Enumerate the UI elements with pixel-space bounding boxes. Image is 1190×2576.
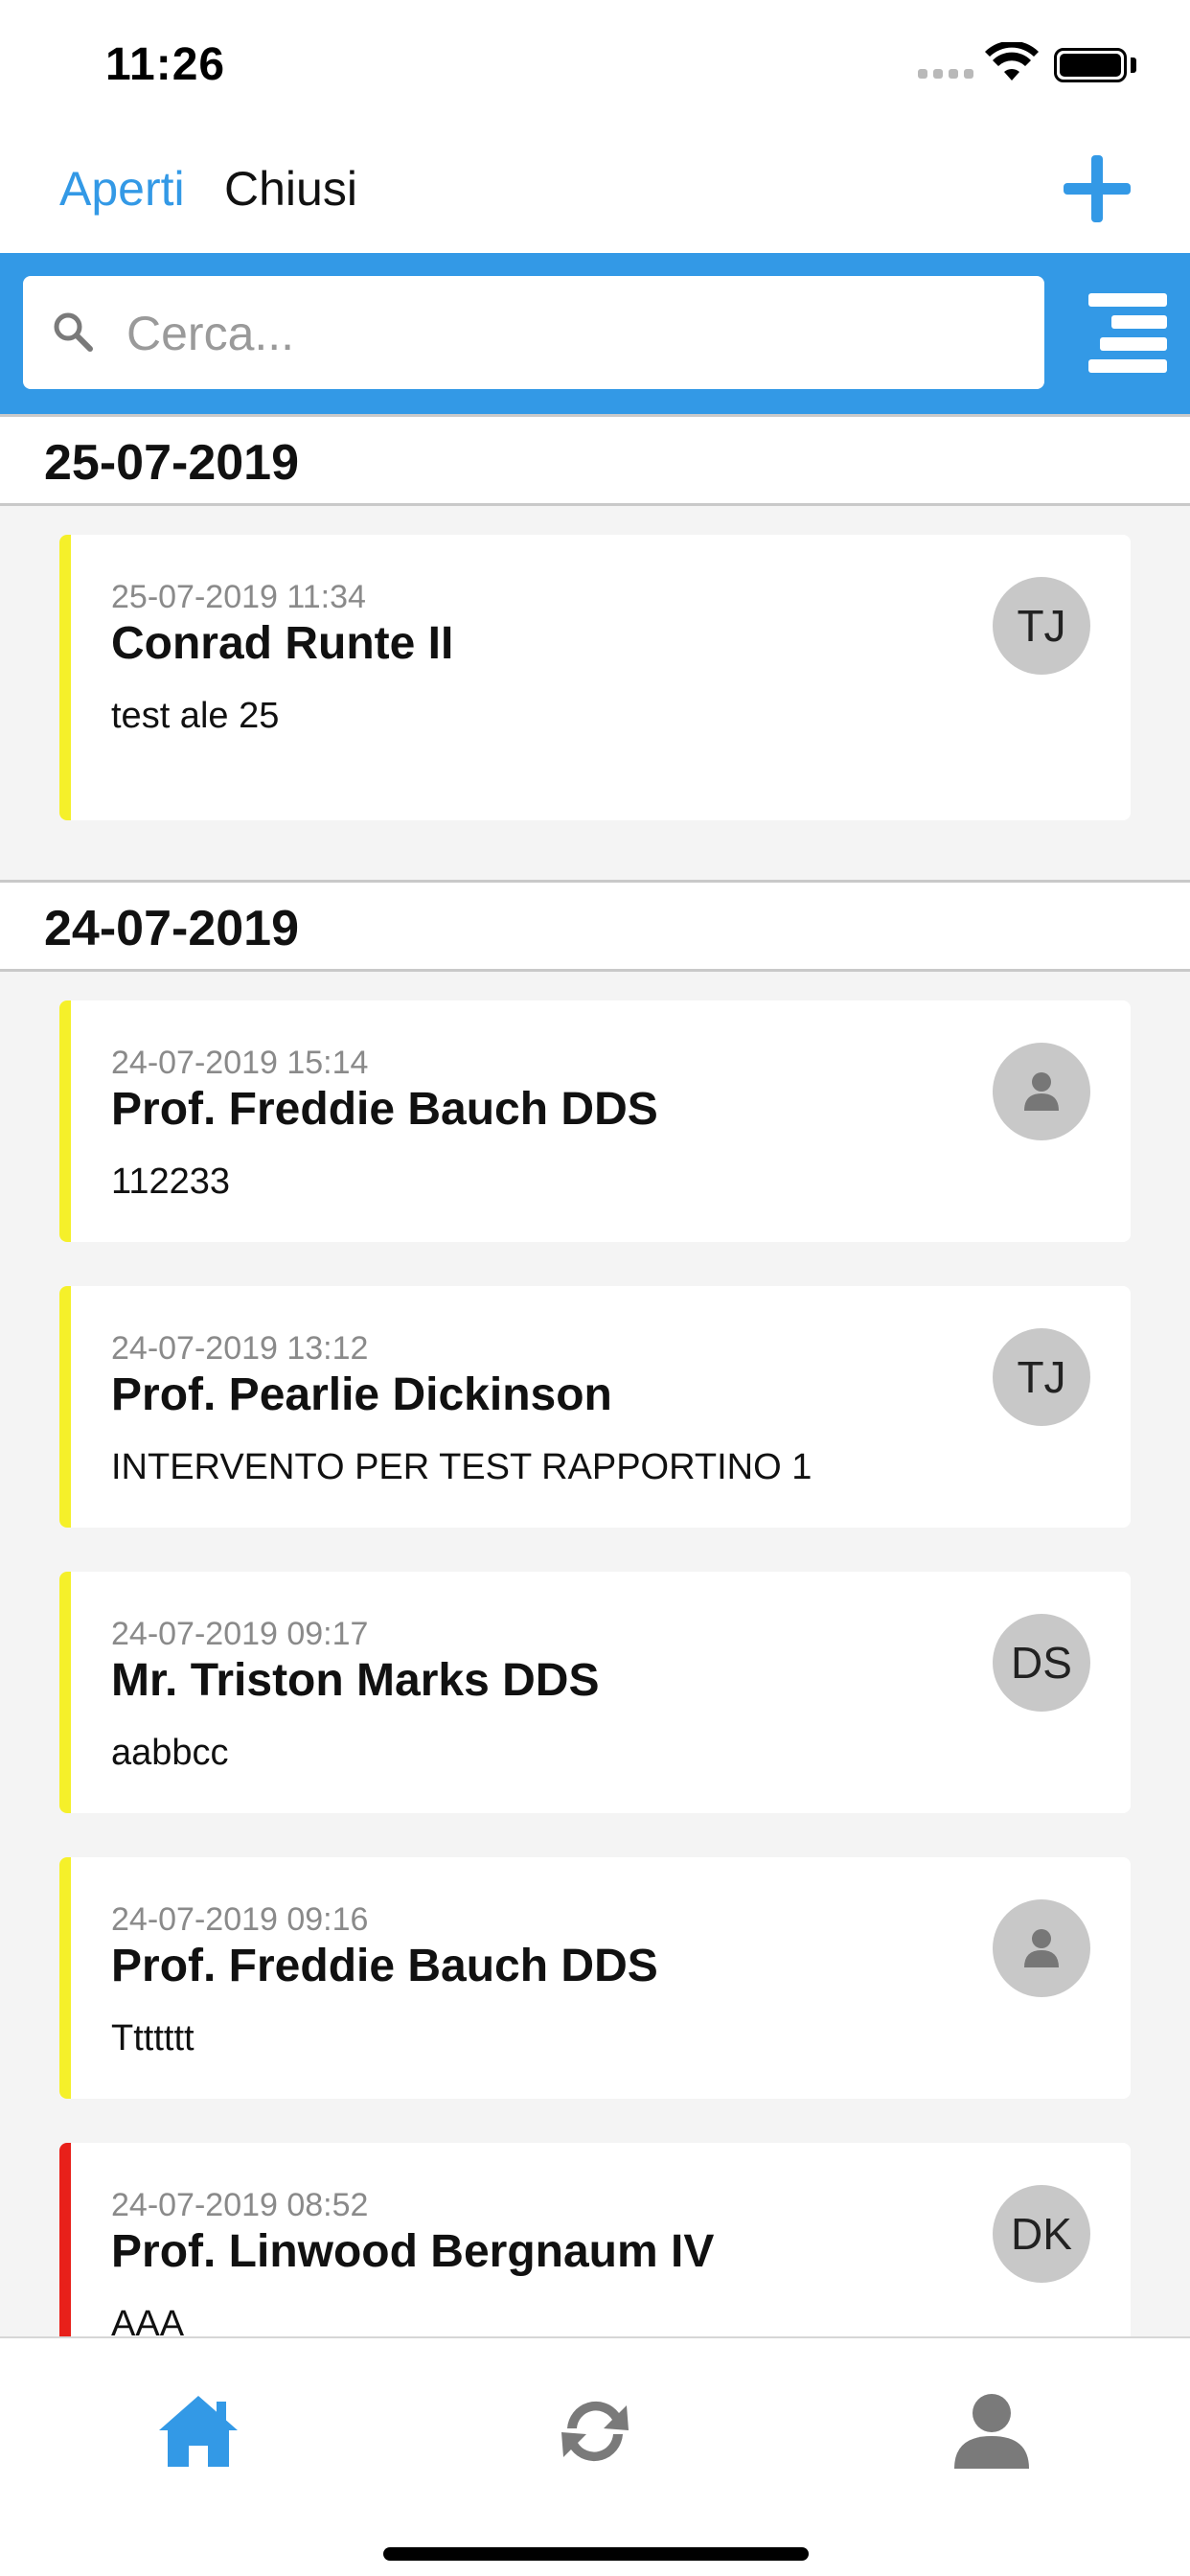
item-title: Prof. Freddie Bauch DDS [111,1084,658,1135]
tab-chiusi[interactable]: Chiusi [224,161,357,217]
item-title: Prof. Pearlie Dickinson [111,1369,612,1420]
filter-icon[interactable] [1088,293,1167,374]
bottom-tab-bar [0,2336,1190,2576]
item-description: aabbcc [111,1733,229,1773]
item-description: INTERVENTO PER TEST RAPPORTINO 1 [111,1447,812,1487]
list-item[interactable]: 24-07-2019 15:14 Prof. Freddie Bauch DDS… [59,1000,1131,1242]
section-date: 24-07-2019 [44,901,299,956]
list-item[interactable]: 24-07-2019 08:52 Prof. Linwood Bergnaum … [59,2143,1131,2336]
tab-aperti[interactable]: Aperti [59,161,185,217]
search-icon [54,312,93,352]
item-datetime: 24-07-2019 08:52 [111,2187,369,2223]
search-input[interactable] [126,303,989,364]
item-description: 112233 [111,1162,230,1202]
home-indicator [383,2547,809,2561]
battery-icon [1054,48,1127,82]
person-icon [1024,1929,1059,1967]
list-item[interactable]: 24-07-2019 09:16 Prof. Freddie Bauch DDS… [59,1857,1131,2099]
avatar: DS [993,1614,1090,1712]
top-navigation: Aperti Chiusi [0,126,1190,253]
status-indicator [59,1572,71,1813]
avatar [993,1043,1090,1140]
section-header: 25-07-2019 [0,414,1190,506]
item-datetime: 24-07-2019 09:17 [111,1616,369,1652]
status-time: 11:26 [105,39,226,90]
status-indicator [59,535,71,820]
item-title: Prof. Freddie Bauch DDS [111,1941,658,1991]
section-items: 25-07-2019 11:34 Conrad Runte II test al… [0,506,1190,880]
list-item[interactable]: 24-07-2019 09:17 Mr. Triston Marks DDS a… [59,1572,1131,1813]
list-item[interactable]: 25-07-2019 11:34 Conrad Runte II test al… [59,535,1131,820]
section-date: 25-07-2019 [44,435,299,491]
plus-icon[interactable] [1064,155,1131,222]
home-icon[interactable] [155,2392,241,2471]
item-datetime: 24-07-2019 13:12 [111,1330,369,1367]
user-icon[interactable] [949,2392,1035,2471]
sync-icon[interactable] [552,2392,638,2471]
battery-cap [1131,58,1136,73]
item-description: Ttttttt [111,2018,195,2058]
item-datetime: 24-07-2019 15:14 [111,1045,369,1081]
item-title: Mr. Triston Marks DDS [111,1655,600,1706]
avatar: TJ [993,577,1090,675]
status-indicator [59,1000,71,1242]
avatar [993,1899,1090,1997]
section-header: 24-07-2019 [0,880,1190,972]
section-items: 24-07-2019 15:14 Prof. Freddie Bauch DDS… [0,972,1190,2336]
avatar: TJ [993,1328,1090,1426]
status-indicator [59,1286,71,1528]
item-title: Prof. Linwood Bergnaum IV [111,2226,715,2277]
search-box [23,276,1044,389]
avatar: DK [993,2185,1090,2283]
list-item[interactable]: 24-07-2019 13:12 Prof. Pearlie Dickinson… [59,1286,1131,1528]
status-bar: 11:26 [0,0,1190,126]
wifi-icon [985,42,1039,80]
intervention-list: 25-07-2019 25-07-2019 11:34 Conrad Runte… [0,414,1190,2336]
person-icon [1024,1072,1059,1111]
item-title: Conrad Runte II [111,618,454,669]
app-screen: 11:26 Aperti Chiusi Cerca... 25-07-2019 … [0,0,1190,2576]
item-datetime: 25-07-2019 11:34 [111,579,366,615]
item-datetime: 24-07-2019 09:16 [111,1901,369,1938]
search-bar [0,253,1190,414]
status-indicator [59,1857,71,2099]
item-description: AAA [111,2304,185,2336]
status-indicator [59,2143,71,2336]
signal-icon [918,69,973,79]
item-description: test ale 25 [111,696,280,736]
